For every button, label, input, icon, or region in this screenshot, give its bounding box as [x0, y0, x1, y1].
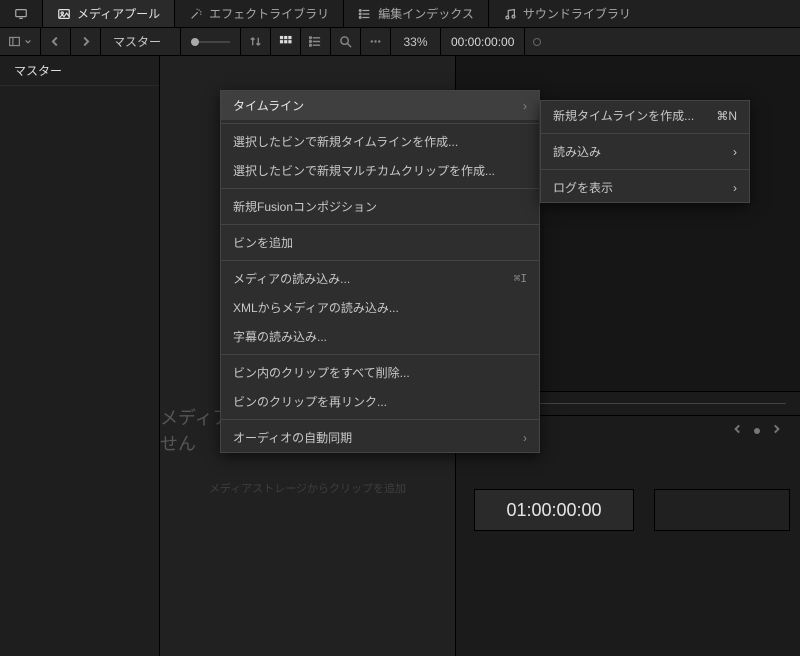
menu-label: 新規Fusionコンポジション [233, 198, 377, 215]
empty-state-hint: メディアストレージからクリップを追加 [209, 480, 406, 496]
thumb-size-slider[interactable] [181, 28, 241, 55]
submenu-item-import[interactable]: 読み込み › [541, 137, 749, 166]
list-view-button[interactable] [301, 28, 331, 55]
menu-item-new-timeline-from-bin[interactable]: 選択したビンで新規タイムラインを作成... [221, 127, 539, 156]
clip-thumbnail [654, 489, 790, 531]
zoom-value: 33% [403, 35, 427, 49]
breadcrumb-master[interactable]: マスター [101, 28, 181, 55]
display-tab[interactable] [0, 0, 43, 27]
zoom-display[interactable]: 33% [391, 28, 441, 55]
tab-label: 編集インデックス [378, 5, 474, 22]
context-menu: タイムライン › 選択したビンで新規タイムラインを作成... 選択したビンで新規… [220, 90, 540, 453]
tab-edit-index[interactable]: 編集インデックス [344, 0, 489, 27]
menu-item-import-media[interactable]: メディアの読み込み... ⌘I [221, 264, 539, 293]
sidebar-item-master[interactable]: マスター [0, 56, 159, 86]
tab-effects[interactable]: エフェクトライブラリ [175, 0, 344, 27]
menu-item-delete-all-in-bin[interactable]: ビン内のクリップをすべて削除... [221, 358, 539, 387]
menu-label: 字幕の読み込み... [233, 328, 327, 345]
menu-label: ビンを追加 [233, 234, 293, 251]
more-options-button[interactable] [361, 28, 391, 55]
menu-item-new-multicam-from-bin[interactable]: 選択したビンで新規マルチカムクリップを作成... [221, 156, 539, 185]
menu-item-import-subs[interactable]: 字幕の読み込み... [221, 322, 539, 351]
menu-item-relink-bin[interactable]: ビンのクリップを再リンク... [221, 387, 539, 416]
marker-icon [533, 38, 541, 46]
search-button[interactable] [331, 28, 361, 55]
wand-icon [189, 7, 203, 21]
menu-shortcut: ⌘I [514, 272, 527, 285]
breadcrumb-label: マスター [113, 33, 161, 50]
panel-layout-button[interactable] [0, 28, 41, 55]
playhead-dot-icon [754, 428, 760, 434]
menu-label: オーディオの自動同期 [233, 429, 352, 446]
timeline-submenu: 新規タイムラインを作成... ⌘N 読み込み › ログを表示 › [540, 100, 750, 203]
menu-label: ビンのクリップを再リンク... [233, 393, 387, 410]
menu-label: 読み込み [553, 143, 601, 160]
media-pool-toolbar: マスター 33% 00:00:00:00 [0, 28, 800, 56]
prev-clip-button[interactable] [732, 423, 744, 438]
viewer-timecode-value: 01:00:00:00 [506, 500, 601, 521]
tab-label: メディアプール [77, 5, 160, 22]
list-icon [358, 7, 372, 21]
toolbar-timecode[interactable]: 00:00:00:00 [441, 28, 525, 55]
monitor-icon [14, 7, 28, 21]
menu-label: 選択したビンで新規タイムラインを作成... [233, 133, 458, 150]
menu-label: ビン内のクリップをすべて削除... [233, 364, 410, 381]
chevron-right-icon: › [733, 145, 737, 159]
nav-back-button[interactable] [41, 28, 71, 55]
sort-button[interactable] [241, 28, 271, 55]
menu-label: 新規タイムラインを作成... [553, 107, 694, 124]
submenu-item-show-log[interactable]: ログを表示 › [541, 173, 749, 202]
chevron-right-icon: › [523, 99, 527, 113]
menu-label: ログを表示 [553, 179, 613, 196]
chevron-right-icon: › [733, 181, 737, 195]
music-icon [503, 7, 517, 21]
menu-label: XMLからメディアの読み込み... [233, 299, 399, 316]
menu-label: メディアの読み込み... [233, 270, 350, 287]
sidebar-item-label: マスター [14, 64, 62, 78]
marker-dropdown[interactable] [525, 28, 549, 55]
bin-sidebar: マスター [0, 56, 160, 656]
image-icon [57, 7, 71, 21]
menu-item-timeline[interactable]: タイムライン › [221, 91, 539, 120]
tab-sound-library[interactable]: サウンドライブラリ [489, 0, 645, 27]
tab-label: サウンドライブラリ [523, 5, 631, 22]
submenu-item-create-new[interactable]: 新規タイムラインを作成... ⌘N [541, 101, 749, 130]
tab-label: エフェクトライブラリ [209, 5, 329, 22]
tab-media-pool[interactable]: メディアプール [43, 0, 175, 27]
nav-forward-button[interactable] [71, 28, 101, 55]
menu-shortcut: ⌘N [716, 109, 737, 123]
viewer-timecode[interactable]: 01:00:00:00 [474, 489, 634, 531]
timecode-value: 00:00:00:00 [451, 35, 514, 49]
menu-label: タイムライン [233, 97, 304, 114]
menu-item-audio-sync[interactable]: オーディオの自動同期 › [221, 423, 539, 452]
chevron-right-icon: › [523, 431, 527, 445]
next-clip-button[interactable] [770, 423, 782, 438]
menu-label: 選択したビンで新規マルチカムクリップを作成... [233, 162, 495, 179]
thumb-view-button[interactable] [271, 28, 301, 55]
workspace-tabs: メディアプール エフェクトライブラリ 編集インデックス サウンドライブラリ [0, 0, 800, 28]
menu-item-new-fusion[interactable]: 新規Fusionコンポジション [221, 192, 539, 221]
menu-item-add-bin[interactable]: ビンを追加 [221, 228, 539, 257]
menu-item-import-xml[interactable]: XMLからメディアの読み込み... [221, 293, 539, 322]
